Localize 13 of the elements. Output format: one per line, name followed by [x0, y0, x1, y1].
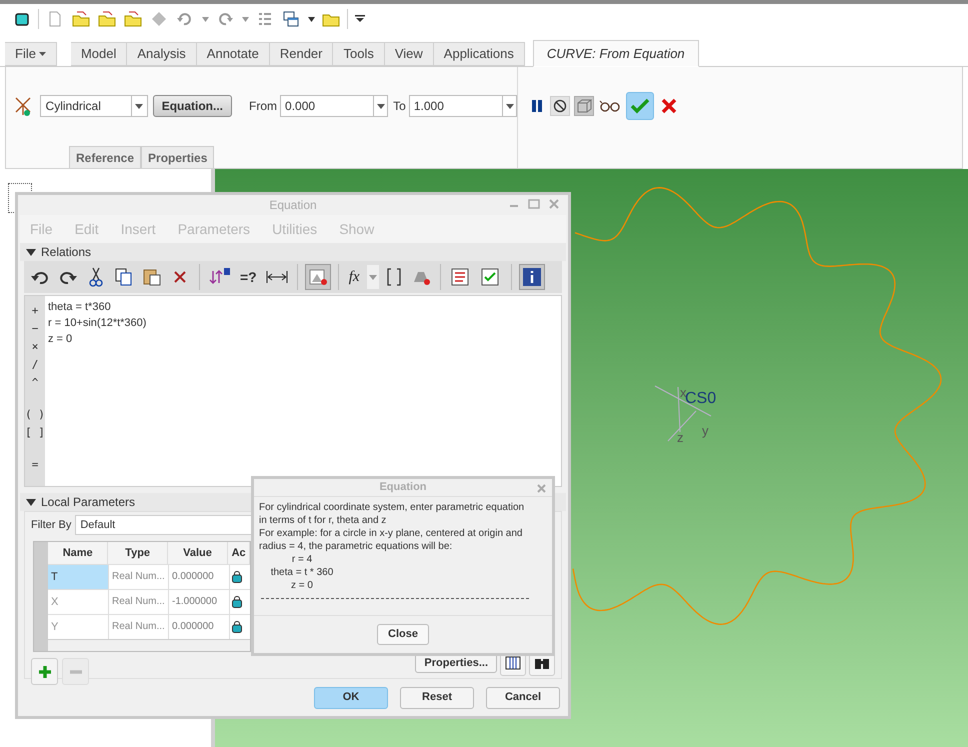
axis-label: z	[677, 431, 684, 444]
to-label: To	[393, 98, 406, 115]
example-equation: z = 0	[290, 579, 314, 592]
csys-label: CS0	[685, 391, 716, 407]
axis-label: x	[680, 386, 686, 399]
help-text: For example: for a circle in x-y plane, centered at origin and radius = 4, the parametric equations will be:	[259, 527, 524, 553]
filter-label: Filter By	[31, 518, 72, 533]
from-label: From	[249, 98, 278, 115]
axis-label: y	[702, 424, 708, 437]
example-equation: r = 4	[290, 553, 314, 566]
window-title: Equation	[269, 197, 317, 214]
help-text: For cylindrical coordinate system, enter parametric equation in terms of t for r, theta and z	[259, 501, 526, 527]
example-equation: theta = t * 360	[270, 566, 334, 579]
